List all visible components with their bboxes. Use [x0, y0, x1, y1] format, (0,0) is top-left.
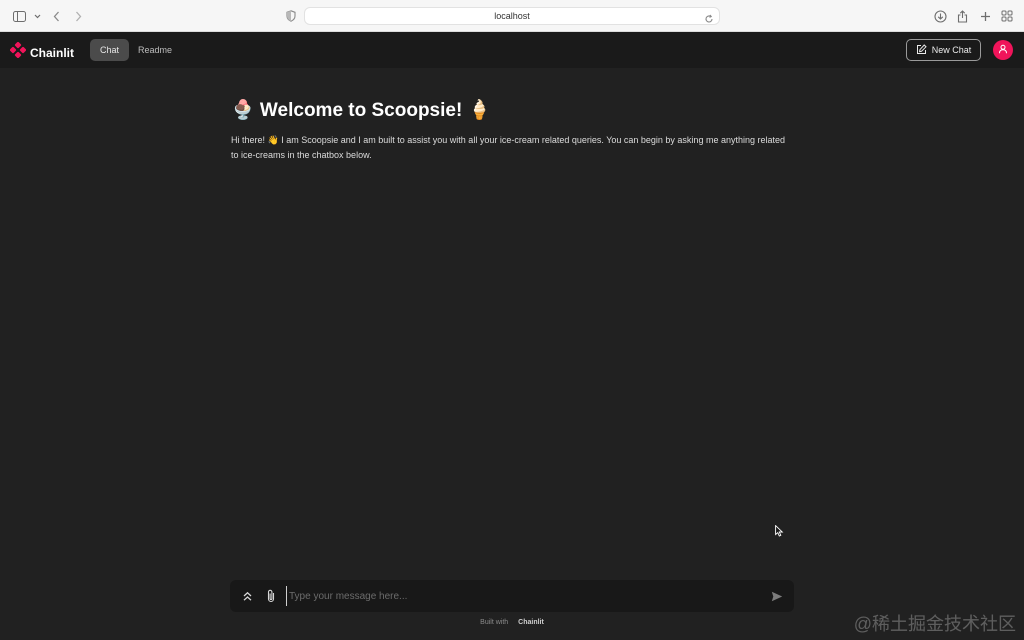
download-icon[interactable] — [932, 8, 948, 24]
welcome-message: Hi there! 👋 I am Scoopsie and I am built… — [231, 135, 785, 160]
browser-toolbar: localhost — [0, 0, 1024, 32]
send-icon[interactable] — [769, 588, 785, 604]
share-icon[interactable] — [954, 8, 970, 24]
chevrons-up-icon[interactable] — [239, 588, 255, 604]
footer-brand-link[interactable]: Chainlit — [518, 619, 544, 626]
reload-icon[interactable] — [704, 11, 714, 29]
tab-readme[interactable]: Readme — [128, 39, 182, 61]
shield-icon — [283, 8, 299, 24]
tab-chat[interactable]: Chat — [90, 39, 130, 61]
plus-icon[interactable] — [977, 8, 993, 24]
edit-icon — [916, 43, 927, 57]
user-avatar[interactable] — [993, 40, 1013, 60]
brand-logo[interactable]: Chainlit — [9, 41, 74, 63]
new-chat-label: New Chat — [931, 45, 972, 55]
chainlit-logo-icon — [9, 41, 27, 63]
url-text: localhost — [494, 11, 530, 21]
tabs-grid-icon[interactable] — [999, 8, 1015, 24]
mouse-cursor-icon — [775, 524, 784, 542]
forward-icon[interactable] — [70, 8, 86, 24]
back-icon[interactable] — [48, 8, 64, 24]
user-icon — [998, 41, 1008, 59]
sidebar-icon[interactable] — [11, 8, 27, 24]
paperclip-icon[interactable] — [263, 588, 279, 604]
chevron-down-icon[interactable] — [29, 8, 45, 24]
app-header: Chainlit Chat Readme New Chat — [0, 32, 1024, 68]
message-composer — [230, 580, 794, 612]
watermark: @稀土掘金技术社区 — [853, 614, 1016, 634]
brand-name: Chainlit — [30, 45, 74, 60]
message-input[interactable] — [286, 586, 756, 606]
address-bar[interactable]: localhost — [304, 7, 720, 25]
welcome-title: 🍨 Welcome to Scoopsie! 🍦 — [231, 100, 492, 121]
built-with-label: Built with — [480, 619, 509, 626]
new-chat-button[interactable]: New Chat — [906, 39, 981, 61]
